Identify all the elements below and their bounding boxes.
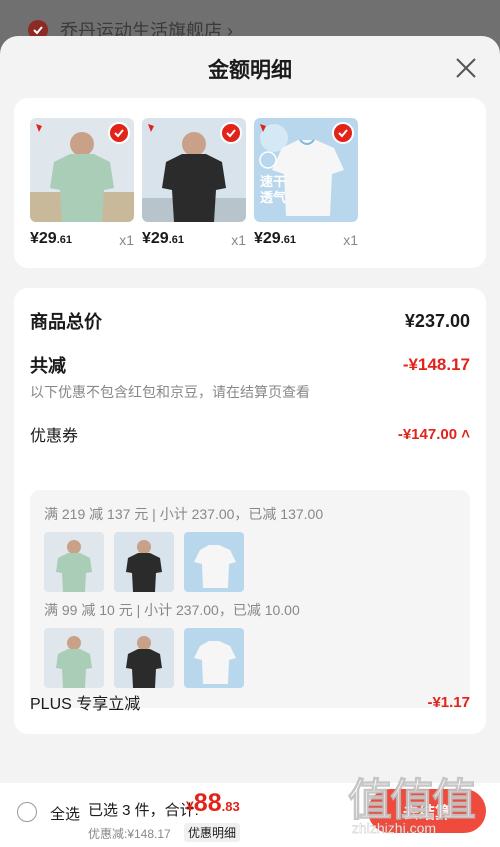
thumb-image [184,628,244,688]
coupon-detail-box: 满 219 减 137 元 | 小计 237.00，已减 137.00 满 99… [30,490,470,708]
checked-icon[interactable] [220,122,242,144]
coupon-rule-line: 满 219 减 137 元 | 小计 237.00，已减 137.00 [44,506,324,522]
price-detail-card: 商品总价 ¥237.00 共减 -¥148.17 以下优惠不包含红包和京豆，请在… [14,288,486,734]
checked-icon[interactable] [108,122,130,144]
product-price: ¥29.61 [142,230,184,247]
close-icon[interactable] [454,56,478,80]
product-image: 速干 透气 [254,118,358,222]
total-value: ¥237.00 [404,310,470,331]
thumb-image [44,532,104,592]
reduce-label: 共减 [30,356,66,376]
product-image [30,118,134,222]
product-badge-text: 速干 透气 [260,174,287,205]
amount-detail-sheet: 金额明细 ¥29.61 x1 ¥29.61 x1 速干 透气 ¥29.61 x1… [0,36,500,847]
sheet-title: 金额明细 [208,59,292,82]
reduce-row: 共减 -¥148.17 [30,352,470,378]
select-all-radio[interactable] [17,802,37,822]
coupon-product-thumbs [44,532,244,592]
product-item[interactable]: ¥29.61 x1 [142,118,246,248]
plus-value: -¥1.17 [427,693,470,711]
thumb-image [114,628,174,688]
product-item[interactable]: ¥29.61 x1 [30,118,134,248]
total-label: 商品总价 [30,312,102,332]
checked-icon[interactable] [332,122,354,144]
product-price: ¥29.61 [30,230,72,247]
discount-detail-link[interactable]: 优惠明细 [184,823,241,842]
coupon-row[interactable]: 优惠券 -¥147.00 ˄ [30,422,470,446]
coupon-product-thumbs [44,628,244,688]
coupon-rule-line: 满 99 减 10 元 | 小计 237.00，已减 10.00 [44,602,300,618]
plus-label: PLUS 专享立减 [30,696,141,713]
select-all-label[interactable]: 全选 [50,803,80,824]
product-list: ¥29.61 x1 ¥29.61 x1 速干 透气 ¥29.61 x1 [14,98,486,268]
plus-row: PLUS 专享立减 -¥1.17 [30,690,470,714]
total-row: 商品总价 ¥237.00 [30,308,470,334]
thumb-image [184,532,244,592]
thumb-image [44,628,104,688]
checkout-button[interactable]: 去结算 [368,789,486,833]
product-image [142,118,246,222]
reduce-note: 以下优惠不包含红包和京豆，请在结算页查看 [30,384,310,400]
discount-amount: 优惠减:¥148.17 [88,827,171,841]
coupon-label: 优惠券 [30,428,79,445]
product-qty: x1 [343,232,358,248]
selected-info: 已选 3 件，合计: [88,802,199,819]
reduce-value: -¥148.17 [402,355,470,374]
product-price: ¥29.61 [254,230,296,247]
product-qty: x1 [231,232,246,248]
total-amount: ¥88.83 [186,789,240,817]
coupon-value[interactable]: -¥147.00 ˄ [398,426,470,443]
product-qty: x1 [119,232,134,248]
thumb-image [114,532,174,592]
checkout-bar: 全选 已选 3 件，合计: ¥88.83 优惠减:¥148.17 优惠明细 去结… [0,783,500,847]
product-item[interactable]: 速干 透气 ¥29.61 x1 [254,118,358,248]
